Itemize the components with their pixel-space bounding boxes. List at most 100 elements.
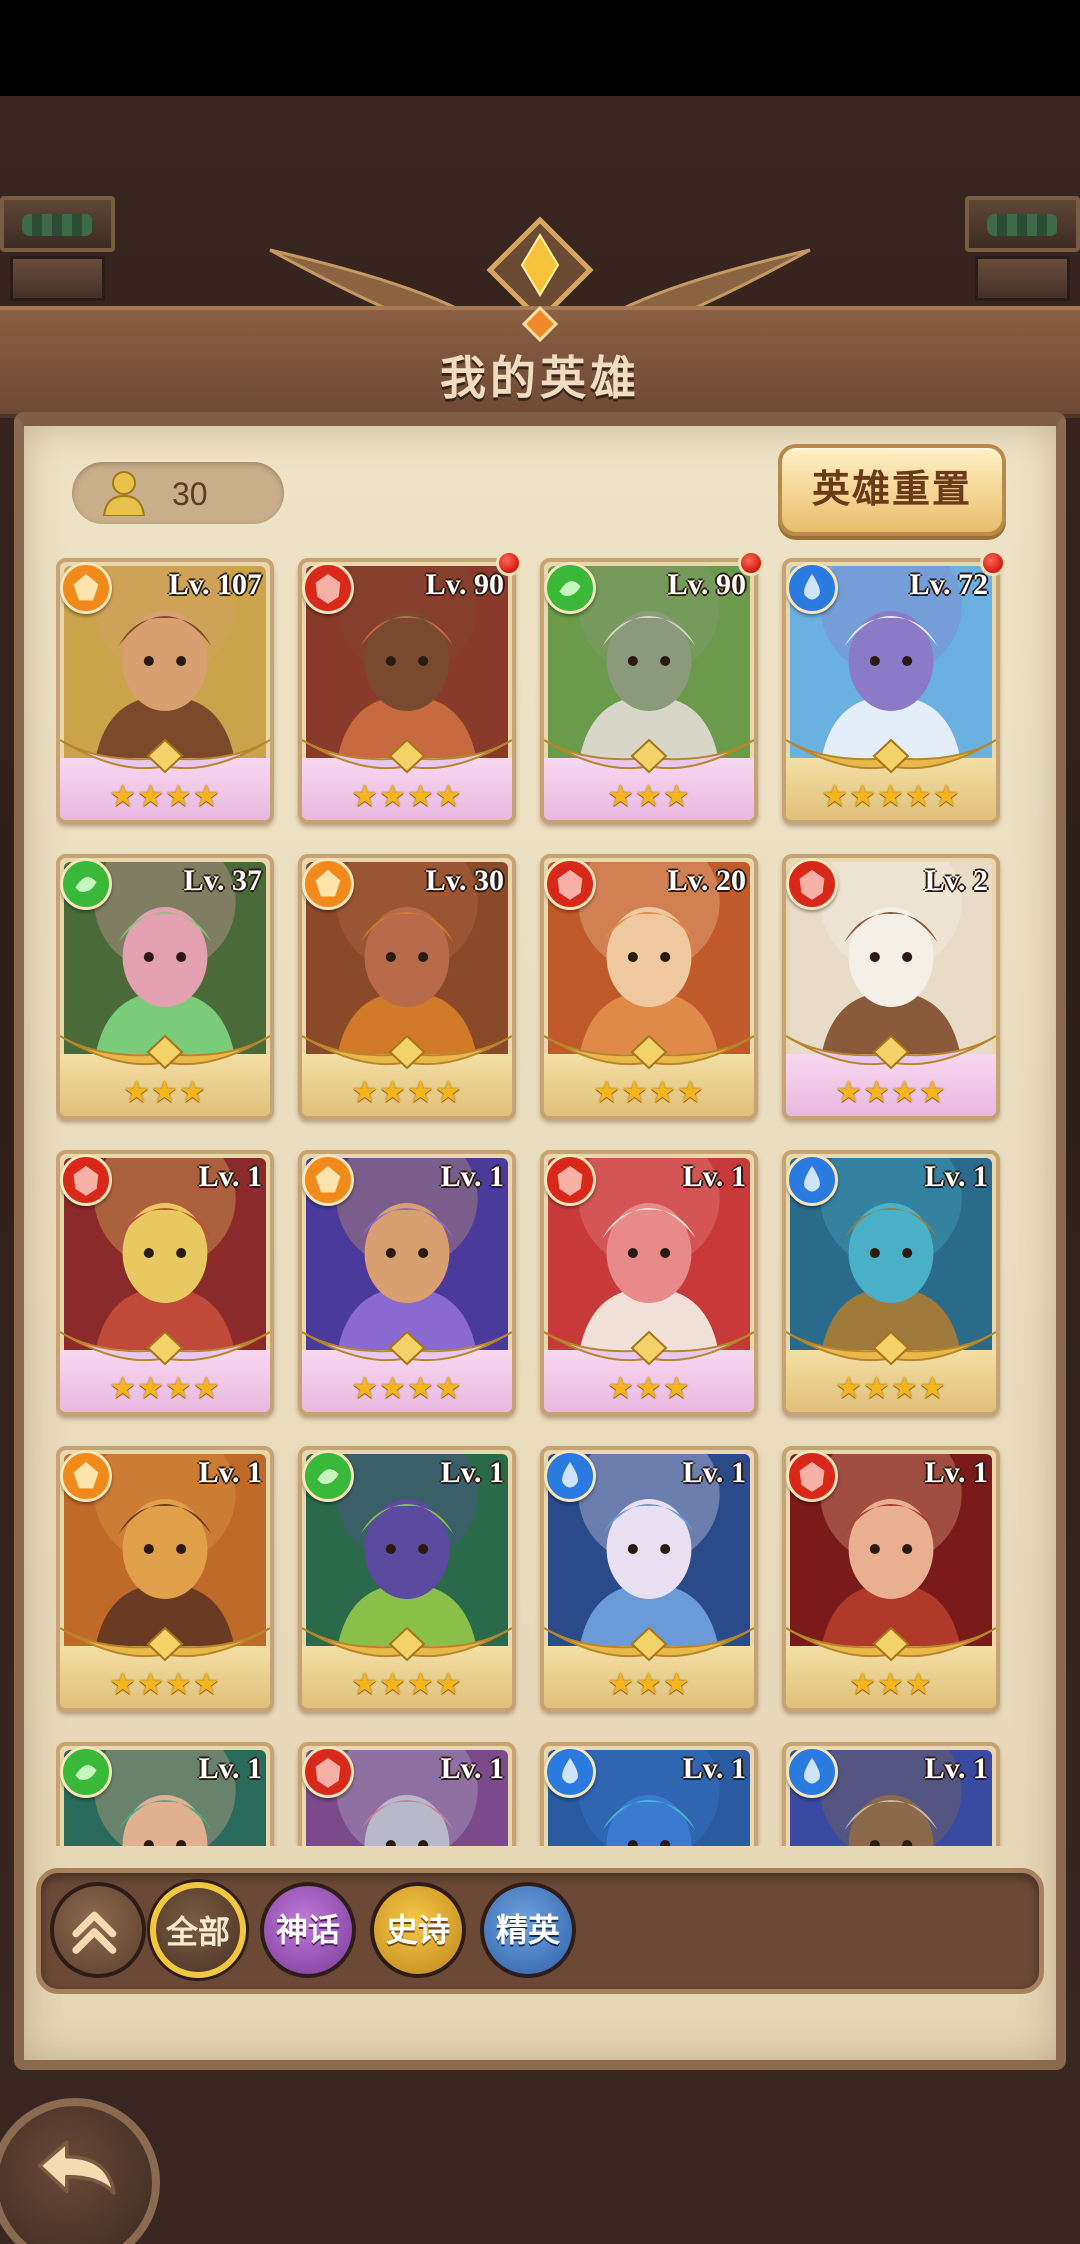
star-rating: ★★★★ xyxy=(351,1668,463,1701)
water-gem-icon xyxy=(544,1450,596,1502)
rank-wings-icon xyxy=(786,1330,996,1366)
hero-grid: ★★★★ Lv. 107 ★★★★ Lv. 90 ★★★ Lv. 90 ★★★★★ Lv. 7… xyxy=(56,552,1026,1846)
fire-gem-icon xyxy=(60,562,112,614)
red-gem-icon xyxy=(544,1154,596,1206)
double-chevron-up-icon xyxy=(72,1911,117,1954)
red-gem-icon xyxy=(786,858,838,910)
hero-card[interactable]: ★★★★ Lv. 1 xyxy=(298,1446,516,1712)
star-rating: ★★★★ xyxy=(835,1372,947,1405)
game-screen: { "header": { "title": "我的英雄" }, "hero_c… xyxy=(0,0,1080,2244)
hero-card[interactable]: ★★★ Lv. 37 xyxy=(56,854,274,1120)
hero-level: Lv. 1 xyxy=(440,1456,504,1489)
rank-wings-icon xyxy=(544,1626,754,1662)
collapse-button[interactable] xyxy=(50,1882,146,1978)
filter-epic-button[interactable]: 史诗 xyxy=(370,1882,466,1978)
star-rating: ★★★★★ xyxy=(821,780,961,813)
hero-level: Lv. 1 xyxy=(198,1160,262,1193)
star-rating: ★★★ xyxy=(849,1668,933,1701)
hero-level: Lv. 37 xyxy=(183,864,262,897)
rank-wings-icon xyxy=(786,1034,996,1070)
back-button[interactable] xyxy=(0,2098,160,2244)
fire-gem-icon xyxy=(302,1154,354,1206)
hero-card[interactable]: ★★★★ Lv. 20 xyxy=(540,854,758,1120)
rank-wings-icon xyxy=(302,1330,512,1366)
hero-count: 30 xyxy=(172,476,208,512)
hero-card[interactable]: Lv. 1 xyxy=(540,1742,758,1846)
star-rating: ★★★★ xyxy=(351,1076,463,1109)
rank-wings-icon xyxy=(544,738,754,774)
water-gem-icon xyxy=(786,1154,838,1206)
filter-elite-button[interactable]: 精英 xyxy=(480,1882,576,1978)
rank-wings-icon xyxy=(60,1330,270,1366)
rank-wings-icon xyxy=(544,1034,754,1070)
fire-gem-icon xyxy=(302,858,354,910)
hero-level: Lv. 1 xyxy=(924,1752,988,1785)
hero-card[interactable]: ★★★ Lv. 1 xyxy=(540,1446,758,1712)
fire-gem-icon xyxy=(60,1450,112,1502)
hero-level: Lv. 1 xyxy=(198,1752,262,1785)
page-title: 我的英雄 xyxy=(440,352,640,404)
hero-card[interactable]: ★★★★★ Lv. 72 xyxy=(782,558,1000,824)
star-rating: ★★★ xyxy=(123,1076,207,1109)
hero-reset-button[interactable]: 英雄重置 xyxy=(778,444,1006,536)
hero-card[interactable]: Lv. 1 xyxy=(782,1742,1000,1846)
hero-level: Lv. 1 xyxy=(682,1752,746,1785)
hero-level: Lv. 1 xyxy=(440,1752,504,1785)
star-rating: ★★★★ xyxy=(835,1076,947,1109)
gem-ornament-icon xyxy=(522,306,558,342)
red-gem-icon xyxy=(302,562,354,614)
rank-wings-icon xyxy=(60,1034,270,1070)
notification-dot xyxy=(980,552,1006,576)
rank-wings-icon xyxy=(60,1626,270,1662)
hero-level: Lv. 107 xyxy=(168,568,262,601)
hero-card[interactable]: ★★★★ Lv. 90 xyxy=(298,558,516,824)
hero-level: Lv. 90 xyxy=(425,568,504,601)
rank-wings-icon xyxy=(786,1626,996,1662)
star-rating: ★★★ xyxy=(607,780,691,813)
hero-level: Lv. 1 xyxy=(924,1456,988,1489)
green-gem-icon xyxy=(544,562,596,614)
hero-card[interactable]: ★★★★ Lv. 30 xyxy=(298,854,516,1120)
star-rating: ★★★★ xyxy=(109,1668,221,1701)
rank-wings-icon xyxy=(302,1626,512,1662)
water-gem-icon xyxy=(786,1746,838,1798)
red-gem-icon xyxy=(302,1746,354,1798)
rank-wings-icon xyxy=(302,738,512,774)
hero-card[interactable]: ★★★ Lv. 90 xyxy=(540,558,758,824)
hero-card[interactable]: ★★★★ Lv. 1 xyxy=(782,1150,1000,1416)
hero-level: Lv. 20 xyxy=(667,864,746,897)
hero-card[interactable]: ★★★★ Lv. 1 xyxy=(56,1150,274,1416)
green-gem-icon xyxy=(60,858,112,910)
hero-card[interactable]: Lv. 1 xyxy=(56,1742,274,1846)
hero-card[interactable]: ★★★★ Lv. 1 xyxy=(56,1446,274,1712)
hero-level: Lv. 2 xyxy=(924,864,988,897)
rank-wings-icon xyxy=(60,738,270,774)
star-rating: ★★★★ xyxy=(109,1372,221,1405)
filter-mythic-button[interactable]: 神话 xyxy=(260,1882,356,1978)
star-rating: ★★★★ xyxy=(351,1372,463,1405)
notification-dot xyxy=(738,552,764,576)
filter-all-button[interactable]: 全部 xyxy=(150,1882,246,1978)
green-gem-icon xyxy=(302,1450,354,1502)
water-gem-icon xyxy=(544,1746,596,1798)
hero-level: Lv. 1 xyxy=(924,1160,988,1193)
hero-card[interactable]: ★★★ Lv. 1 xyxy=(782,1446,1000,1712)
hero-level: Lv. 72 xyxy=(909,568,988,601)
star-rating: ★★★★ xyxy=(109,780,221,813)
hero-card[interactable]: ★★★★ Lv. 107 xyxy=(56,558,274,824)
hero-card[interactable]: ★★★★ Lv. 1 xyxy=(298,1150,516,1416)
status-bar xyxy=(0,0,1080,96)
hero-level: Lv. 30 xyxy=(425,864,504,897)
notification-dot xyxy=(496,552,522,576)
green-gem-icon xyxy=(60,1746,112,1798)
red-gem-icon xyxy=(786,1450,838,1502)
rank-wings-icon xyxy=(302,1034,512,1070)
hero-level: Lv. 1 xyxy=(440,1160,504,1193)
hero-level: Lv. 1 xyxy=(682,1160,746,1193)
person-icon xyxy=(102,471,146,516)
hero-card[interactable]: Lv. 1 xyxy=(298,1742,516,1846)
hero-card[interactable]: ★★★★ Lv. 2 xyxy=(782,854,1000,1120)
hero-level: Lv. 1 xyxy=(682,1456,746,1489)
hero-level: Lv. 90 xyxy=(667,568,746,601)
hero-card[interactable]: ★★★ Lv. 1 xyxy=(540,1150,758,1416)
